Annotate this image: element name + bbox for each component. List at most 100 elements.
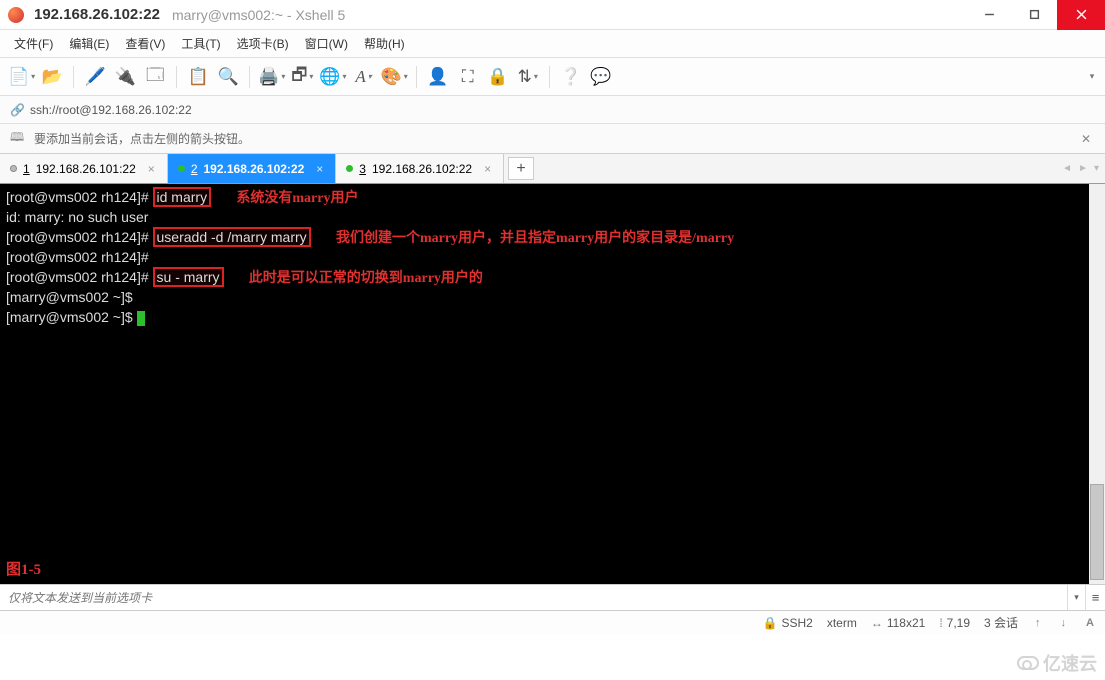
command-highlight: useradd -d /marry marry [153,227,311,247]
size-icon: ↔ [871,616,883,630]
window-controls [967,0,1105,30]
send-target-dropdown[interactable]: ▾ [1067,585,1085,610]
color-icon[interactable]: 🎨 [381,64,408,90]
prompt: [root@vms002 rh124]# [6,269,153,285]
lock-icon[interactable]: 🔒 [485,64,511,90]
toolbar-separator [416,66,417,88]
tab-close-icon[interactable]: × [146,162,157,176]
send-bar: ▾ ≡ [0,584,1105,610]
new-session-icon[interactable]: 📄 [8,64,35,90]
status-down-icon[interactable]: ↓ [1058,617,1070,629]
tab-number: 1 [23,162,30,176]
copy-icon[interactable]: 📋 [185,64,211,90]
output-line: [marry@vms002 ~]$ [6,289,133,305]
menu-window[interactable]: 窗口(W) [297,31,356,56]
print-icon[interactable]: 🖨️ [258,64,285,90]
tab-number: 2 [191,162,198,176]
figure-label: 图1-5 [6,561,41,580]
prompt: [marry@vms002 ~]$ [6,309,137,325]
tab-label: 192.168.26.102:22 [204,162,305,176]
tab-prev-icon[interactable]: ◄ [1062,163,1072,174]
fullscreen-icon[interactable]: ⛶ [455,64,481,90]
toolbar-separator [73,66,74,88]
status-dot-icon [346,165,353,172]
tab-close-icon[interactable]: × [314,162,325,176]
cursor-icon [137,311,145,326]
layout-icon[interactable]: 🗗 [289,64,315,90]
status-cursor-pos: ⁞7,19 [939,616,970,630]
toolbar: 📄 📂 🖊️ 🔌 🗔 📋 🔍 🖨️ 🗗 🌐 A 🎨 👤 ⛶ 🔒 ⇅ ❔ 💬 ▾ [0,58,1105,96]
reconnect-icon[interactable]: 🖊️ [82,64,108,90]
session-tab-2[interactable]: 2 192.168.26.102:22 × [168,154,336,183]
toolbar-overflow-icon[interactable]: ▾ [1085,66,1099,88]
status-size: ↔118x21 [871,616,925,630]
minimize-button[interactable] [967,0,1012,30]
tab-number: 3 [359,162,366,176]
status-protocol: 🔒SSH2 [763,616,813,630]
watermark: 亿速云 [1017,650,1097,676]
menu-edit[interactable]: 编辑(E) [61,31,117,56]
session-tab-3[interactable]: 3 192.168.26.102:22 × [336,154,504,183]
menu-bar: 文件(F) 编辑(E) 查看(V) 工具(T) 选项卡(B) 窗口(W) 帮助(… [0,30,1105,58]
add-tab-button[interactable]: + [508,157,534,180]
maximize-button[interactable] [1012,0,1057,30]
status-up-icon[interactable]: ↑ [1032,617,1044,629]
toolbar-separator [249,66,250,88]
info-text: 要添加当前会话，点击左侧的箭头按钮。 [34,130,250,147]
prompt: [root@vms002 rh124]# [6,229,153,245]
paste-icon[interactable]: 🔍 [215,64,241,90]
disconnect-icon[interactable]: 🔌 [112,64,138,90]
annotation: 我们创建一个marry用户，并且指定marry用户的家目录是/marry [336,231,734,246]
address-bar: 🔗 ssh://root@192.168.26.102:22 [0,96,1105,124]
menu-view[interactable]: 查看(V) [117,31,173,56]
send-input[interactable] [0,585,1067,610]
user-icon[interactable]: 👤 [425,64,451,90]
info-bar: 🕮 要添加当前会话，点击左侧的箭头按钮。 ✕ [0,124,1105,154]
menu-help[interactable]: 帮助(H) [356,31,413,56]
app-icon [8,7,24,23]
close-button[interactable] [1057,0,1105,30]
globe-icon[interactable]: 🌐 [319,64,346,90]
send-history-icon[interactable]: ≡ [1085,585,1105,610]
open-folder-icon[interactable]: 📂 [39,64,65,90]
tab-strip: 1 192.168.26.101:22 × 2 192.168.26.102:2… [0,154,1105,184]
tab-nav: ◄ ► ▾ [1056,154,1105,183]
output-line: id: marry: no such user [6,209,148,225]
terminal-scrollbar[interactable] [1089,184,1105,584]
tab-next-icon[interactable]: ► [1078,163,1088,174]
help-icon[interactable]: ❔ [558,64,584,90]
lock-icon: 🔒 [763,616,778,630]
command-highlight: id marry [153,187,212,207]
link-icon: 🔗 [10,103,24,117]
title-bar: 192.168.26.102:22 marry@vms002:~ - Xshel… [0,0,1105,30]
cursor-pos-icon: ⁞ [939,616,942,630]
watermark-icon [1017,656,1039,670]
bookmark-arrow-icon[interactable]: 🕮 [10,128,26,149]
output-line: [root@vms002 rh124]# [6,249,149,265]
session-tab-1[interactable]: 1 192.168.26.101:22 × [0,154,168,183]
terminal[interactable]: [root@vms002 rh124]# id marry 系统没有marry用… [0,184,1089,584]
properties-icon[interactable]: 🗔 [142,64,168,90]
status-terminal-type: xterm [827,616,857,630]
address-text[interactable]: ssh://root@192.168.26.102:22 [30,103,192,117]
tab-list-icon[interactable]: ▾ [1094,163,1099,174]
watermark-text: 亿速云 [1043,650,1097,676]
toolbar-separator [549,66,550,88]
window-title-primary: 192.168.26.102:22 [34,6,160,23]
tab-close-icon[interactable]: × [482,162,493,176]
command-highlight: su - marry [153,267,224,287]
status-dot-icon [178,165,185,172]
annotation: 系统没有marry用户 [236,191,358,206]
menu-file[interactable]: 文件(F) [6,31,61,56]
terminal-area: [root@vms002 rh124]# id marry 系统没有marry用… [0,184,1105,584]
menu-tabs[interactable]: 选项卡(B) [229,31,297,56]
transfer-icon[interactable]: ⇅ [515,64,541,90]
font-icon[interactable]: A [351,64,377,90]
tab-label: 192.168.26.101:22 [36,162,136,176]
menu-tools[interactable]: 工具(T) [173,31,228,56]
scrollbar-thumb[interactable] [1090,484,1104,580]
status-bar: 🔒SSH2 xterm ↔118x21 ⁞7,19 3 会话 ↑ ↓ A [0,610,1105,634]
info-close-icon[interactable]: ✕ [1077,132,1095,146]
compose-icon[interactable]: 💬 [588,64,614,90]
caps-indicator: A [1083,617,1097,629]
